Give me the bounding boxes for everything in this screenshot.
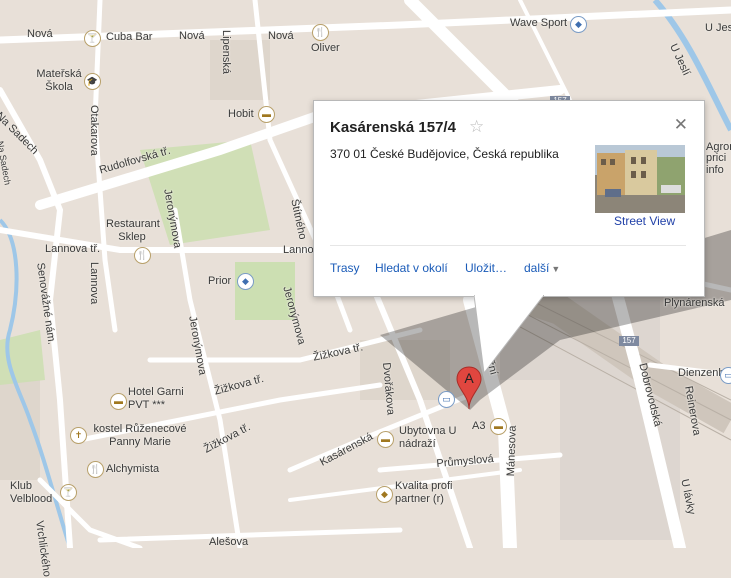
street-label-lannova-2: Lannova [88,262,100,305]
chevron-down-icon: ▼ [551,264,561,274]
road-shield: 157 [619,336,639,346]
close-icon[interactable]: ✕ [674,115,688,135]
ubytovna-icon[interactable]: ▬ [377,431,394,448]
street-label-nova-2: Nová [179,30,205,42]
school-icon[interactable]: 🎓 [84,73,101,90]
place-label-restaurant-sklep[interactable]: Restaurant Sklep [106,218,160,244]
place-label-ubytovna[interactable]: Ubytovna U nádraží [399,425,469,451]
place-label-cuba-bar[interactable]: Cuba Bar [106,31,152,44]
street-label-lannova-1: Lannova tř. [45,243,101,255]
place-label-wave-sport[interactable]: Wave Sport [510,17,567,30]
street-label-lipenska: Lipenská [220,30,232,75]
wave-sport-icon[interactable]: ◆ [570,16,587,33]
info-window-tail [474,295,544,375]
cuba-bar-icon[interactable]: 🍸 [84,30,101,47]
more-label: další [524,261,550,275]
info-window: Kasárenská 157/4 ☆ ✕ 370 01 České Budějo… [313,100,705,375]
church-icon[interactable]: ✝ [70,427,87,444]
more-link[interactable]: další ▼ [524,261,560,275]
klub-velblood-icon[interactable]: 🍸 [60,484,77,501]
street-label-nova-1: Nová [27,28,53,40]
place-label-materska-skola[interactable]: Mateřská Škola [34,68,84,94]
street-label-otakarova: Otakarova [88,105,100,156]
hobit-hotel-icon[interactable]: ▬ [258,106,275,123]
place-label-alchymista[interactable]: Alchymista [106,463,159,476]
save-link[interactable]: Uložit… [465,261,507,275]
place-label-klub-velblood[interactable]: Klub Velblood [10,480,60,506]
train-icon[interactable]: ▭ [720,367,731,384]
street-view-link[interactable]: Street View [614,214,675,228]
street-label-nova-3: Nová [268,30,294,42]
a3-icon[interactable]: ▬ [490,418,507,435]
street-label-plynarenska: Plynárenská [664,297,725,309]
place-label-info: info [706,164,724,176]
directions-link[interactable]: Trasy [330,261,360,275]
kvalita-icon[interactable]: ◆ [376,486,393,503]
star-outline-icon[interactable]: ☆ [469,117,484,137]
place-label-prior[interactable]: Prior [208,275,231,288]
search-nearby-link[interactable]: Hledat v okolí [375,261,448,275]
place-label-kvalita[interactable]: Kvalita profi partner (r) [395,480,465,506]
place-label-oliver[interactable]: Oliver [311,42,340,55]
place-label-hobit[interactable]: Hobit [228,108,254,121]
restaurant-sklep-icon[interactable]: 🍴 [134,247,151,264]
place-label-a3[interactable]: A3 [472,420,485,433]
prior-icon[interactable]: ◆ [237,273,254,290]
bus-icon[interactable]: ▭ [438,391,455,408]
oliver-icon[interactable]: 🍴 [312,24,329,41]
street-label-manesova: Mánesova [505,425,519,477]
alchymista-icon[interactable]: 🍴 [87,461,104,478]
place-label-kostel[interactable]: kostel Růženecové Panny Marie [90,423,190,449]
place-title: Kasárenská 157/4 [330,119,456,136]
place-address: 370 01 České Budějovice, Česká republika [330,147,559,161]
street-label-alesova: Alešova [209,536,249,548]
hotel-garni-icon[interactable]: ▬ [110,393,127,410]
street-view-thumbnail[interactable] [595,145,685,213]
divider [330,245,686,246]
place-label-hotel-garni[interactable]: Hotel Garni PVT *** [128,386,198,412]
street-label-u-jesli-1: U Jeslí [705,22,731,34]
